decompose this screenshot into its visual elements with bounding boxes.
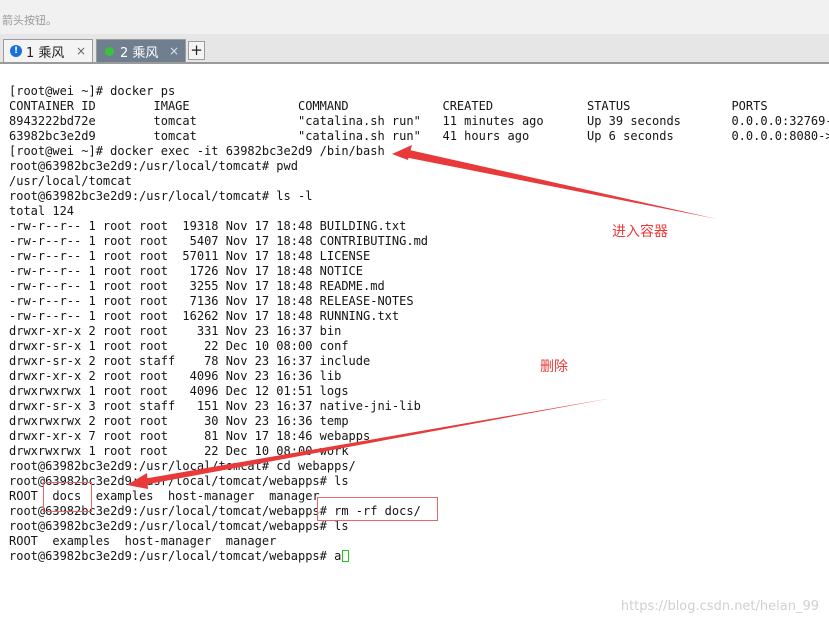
terminal-line: root@63982bc3e2d9:/usr/local/tomcat# cd … xyxy=(9,459,356,473)
annotation-delete: 删除 xyxy=(540,359,568,375)
terminal-line: root@63982bc3e2d9:/usr/local/tomcat# ls … xyxy=(9,189,313,203)
tab-strip: ! 1 乘风 × 2 乘风 × + xyxy=(0,34,829,64)
terminal-line: drwxr-xr-x 7 root root 81 Nov 17 18:46 w… xyxy=(9,429,371,443)
tab-label: 1 乘风 xyxy=(26,45,65,61)
terminal-line: -rw-r--r-- 1 root root 19318 Nov 17 18:4… xyxy=(9,219,407,233)
terminal-line: root@63982bc3e2d9:/usr/local/tomcat/weba… xyxy=(9,519,349,533)
terminal-line: root@63982bc3e2d9:/usr/local/tomcat# pwd xyxy=(9,159,298,173)
terminal-line: drwxrwxrwx 1 root root 4096 Dec 12 01:51… xyxy=(9,384,349,398)
watermark: https://blog.csdn.net/helan_99 xyxy=(620,599,819,614)
terminal-line: [root@wei ~]# docker ps xyxy=(9,84,176,98)
terminal-line: -rw-r--r-- 1 root root 7136 Nov 17 18:48… xyxy=(9,294,414,308)
terminal-line: [root@wei ~]# docker exec -it 63982bc3e2… xyxy=(9,144,385,158)
terminal-line: 8943222bd72e tomcat "catalina.sh run" 11… xyxy=(9,114,829,128)
warning-icon: ! xyxy=(10,45,22,57)
terminal-cursor xyxy=(342,550,350,562)
terminal-output[interactable]: [root@wei ~]# docker ps CONTAINER ID IMAG… xyxy=(0,64,829,626)
terminal-line: ROOT examples host-manager manager xyxy=(9,534,277,548)
terminal-line: -rw-r--r-- 1 root root 1726 Nov 17 18:48… xyxy=(9,264,364,278)
terminal-line: -rw-r--r-- 1 root root 3255 Nov 17 18:48… xyxy=(9,279,385,293)
connected-dot-icon xyxy=(105,46,114,56)
tab-session-1[interactable]: ! 1 乘风 × xyxy=(3,39,93,62)
tab-label: 2 乘风 xyxy=(120,45,159,61)
terminal-line: -rw-r--r-- 1 root root 16262 Nov 17 18:4… xyxy=(9,309,400,323)
close-icon[interactable]: × xyxy=(74,44,88,58)
terminal-line: -rw-r--r-- 1 root root 5407 Nov 17 18:48… xyxy=(9,234,429,248)
terminal-line: /usr/local/tomcat xyxy=(9,174,132,188)
terminal-line: drwxr-sr-x 2 root staff 78 Nov 23 16:37 … xyxy=(9,354,371,368)
terminal-line: drwxrwxrwx 2 root root 30 Nov 23 16:36 t… xyxy=(9,414,349,428)
close-icon[interactable]: × xyxy=(167,44,181,58)
rm-command-highlight-box xyxy=(317,497,438,521)
terminal-line: drwxr-xr-x 2 root root 331 Nov 23 16:37 … xyxy=(9,324,342,338)
terminal-line: drwxrwxrwx 1 root root 22 Dec 10 08:00 w… xyxy=(9,444,349,458)
terminal-line: 63982bc3e2d9 tomcat "catalina.sh run" 41… xyxy=(9,129,829,143)
toolbar-hint: 箭头按钮。 xyxy=(2,14,57,27)
terminal-line: CONTAINER ID IMAGE COMMAND CREATED STATU… xyxy=(9,99,768,113)
terminal-line: drwxr-sr-x 3 root staff 151 Nov 23 16:37… xyxy=(9,399,421,413)
terminal-line: -rw-r--r-- 1 root root 57011 Nov 17 18:4… xyxy=(9,249,371,263)
new-tab-button[interactable]: + xyxy=(188,41,205,60)
tab-session-2[interactable]: 2 乘风 × xyxy=(96,39,186,62)
terminal-line: drwxr-xr-x 2 root root 4096 Nov 23 16:36… xyxy=(9,369,342,383)
terminal-line: root@63982bc3e2d9:/usr/local/tomcat/weba… xyxy=(9,549,350,564)
terminal-line: drwxr-sr-x 1 root root 22 Dec 10 08:00 c… xyxy=(9,339,349,353)
toolbar: 箭头按钮。 xyxy=(0,0,829,35)
docs-highlight-box xyxy=(43,482,92,512)
terminal-line: total 124 xyxy=(9,204,75,218)
annotation-enter-container: 进入容器 xyxy=(612,224,668,240)
